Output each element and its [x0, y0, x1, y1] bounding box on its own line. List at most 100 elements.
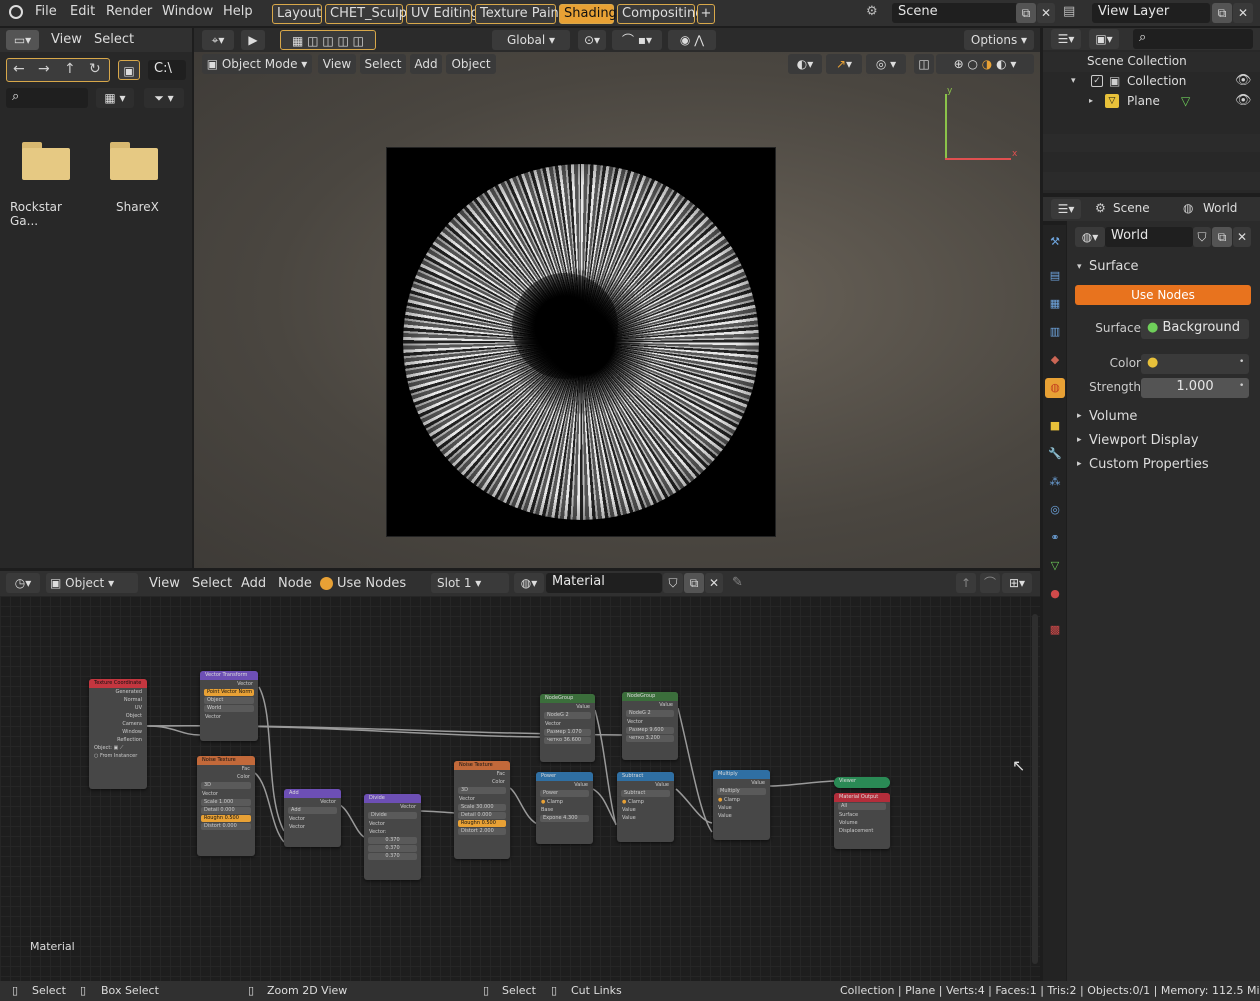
noise-texture-node[interactable]: Noise Texture Fac Color 3D Vector Scale …: [454, 761, 510, 859]
material-tab-icon[interactable]: ●: [1045, 584, 1065, 604]
node-menu-node[interactable]: Node: [278, 576, 312, 591]
node-menu-select[interactable]: Select: [192, 576, 232, 591]
tab-shading[interactable]: Shading: [559, 4, 617, 24]
mesh-data-icon[interactable]: ▽: [1181, 94, 1190, 108]
node-menu-view[interactable]: View: [149, 576, 180, 591]
back-arrow-icon[interactable]: ←: [13, 61, 25, 77]
clamp-checkbox[interactable]: ● Clamp: [617, 798, 674, 806]
collapse-icon[interactable]: ▸: [1077, 459, 1082, 469]
viewer-node[interactable]: Viewer: [834, 777, 890, 788]
new-folder-icon[interactable]: ▣: [118, 60, 140, 80]
folder-icon[interactable]: [22, 142, 70, 180]
to-dropdown[interactable]: World: [204, 705, 254, 712]
path-field[interactable]: C:\: [148, 60, 186, 80]
vector-z-field[interactable]: 0.370: [368, 853, 417, 860]
tab-chet-sculpt[interactable]: CHET_Sculpt: [325, 4, 412, 24]
node-canvas[interactable]: Texture Coordinate Generated Normal UV O…: [0, 596, 1040, 981]
pivot-icon[interactable]: ⊙▾: [578, 30, 606, 50]
scene-collection-label[interactable]: Scene Collection: [1087, 54, 1187, 68]
tab-texture-paint[interactable]: Texture Paint: [475, 4, 564, 24]
y-axis-icon[interactable]: [945, 94, 947, 160]
expand-icon[interactable]: ▸: [1089, 96, 1093, 105]
roughness-field[interactable]: Roughn 0.500: [458, 820, 506, 827]
shading-modes[interactable]: ⊕ ○ ◑ ◐ ▾: [936, 54, 1034, 74]
view-layer-tab-icon[interactable]: ▥: [1045, 322, 1065, 342]
close-scene-icon[interactable]: ✕: [1037, 3, 1055, 23]
editor-type-icon[interactable]: ◷▾: [6, 573, 40, 593]
duplicate-scene-icon[interactable]: ⧉: [1016, 3, 1036, 23]
file-menu-select[interactable]: Select: [94, 32, 134, 47]
fake-user-icon[interactable]: ⛉: [663, 573, 683, 593]
display-mode-icon[interactable]: ▦ ▾: [96, 88, 134, 108]
viewport-menu-view[interactable]: View: [318, 54, 356, 74]
snap-icon[interactable]: ⌒ ▪▾: [612, 30, 662, 50]
surface-shader-field[interactable]: ● Background: [1141, 319, 1249, 339]
data-tab-icon[interactable]: ▽: [1045, 556, 1065, 576]
scale-field[interactable]: Scale 30.000: [458, 804, 506, 811]
viewport-menu-add[interactable]: Add: [410, 54, 442, 74]
tab-layout[interactable]: Layout: [272, 4, 322, 24]
noise-texture-node[interactable]: Noise Texture Fac Color 3D Vector Scale …: [197, 756, 255, 856]
folder-label[interactable]: ShareX: [116, 200, 159, 214]
expand-icon[interactable]: ▾: [1071, 76, 1076, 86]
detail-field[interactable]: Detail 0.000: [201, 807, 251, 814]
blender-logo-icon[interactable]: [9, 5, 23, 19]
modifier-tab-icon[interactable]: 🔧: [1045, 444, 1065, 464]
keyframe-icon[interactable]: •: [1239, 381, 1244, 391]
sharpness-field[interactable]: четко 3.200: [626, 735, 674, 742]
keyframe-icon[interactable]: •: [1239, 357, 1244, 367]
sharpness-field[interactable]: четко 36.600: [544, 737, 591, 744]
menu-file[interactable]: File: [35, 4, 57, 19]
snap-target-icon[interactable]: ⊞▾: [1002, 573, 1032, 593]
filter-icon[interactable]: ⏷ ▾: [144, 88, 184, 108]
parent-dir-icon[interactable]: ↑: [64, 61, 76, 77]
world-browse-icon[interactable]: ◍▾: [1075, 227, 1105, 247]
visibility-icon[interactable]: ◐▾: [788, 54, 822, 74]
scene-tab-icon[interactable]: ◆: [1045, 350, 1065, 370]
clamp-checkbox[interactable]: ● Clamp: [713, 796, 770, 804]
tab-compositing[interactable]: Compositing: [617, 4, 704, 24]
duplicate-material-icon[interactable]: ⧉: [684, 573, 704, 593]
viewport-display-section-header[interactable]: Viewport Display: [1089, 433, 1199, 448]
distortion-field[interactable]: Distort 0.000: [201, 823, 251, 830]
group-datablock[interactable]: NodeG 2: [626, 710, 674, 717]
world-tab-icon[interactable]: ◍: [1045, 378, 1065, 398]
color-swatch[interactable]: ●: [1141, 354, 1249, 374]
vector-add-node[interactable]: Add Vector Add Vector Vector: [284, 789, 341, 847]
roughness-field[interactable]: Roughn 0.500: [201, 815, 251, 822]
orientation-dropdown[interactable]: Global ▾: [492, 30, 570, 50]
render-tab-icon[interactable]: ▤: [1045, 266, 1065, 286]
material-browse-icon[interactable]: ◍▾: [514, 573, 544, 593]
3d-viewport[interactable]: ⌖▾ ▶ ▦ ◫ ◫ ◫ ◫ Global ▾ ⊙▾ ⌒ ▪▾ ◉ ⋀ Opti…: [194, 28, 1040, 568]
use-nodes-button[interactable]: Use Nodes: [1075, 285, 1251, 305]
volume-section-header[interactable]: Volume: [1089, 409, 1137, 424]
overlay-icon[interactable]: ◎ ▾: [866, 54, 906, 74]
view-layer-name-field[interactable]: View Layer: [1092, 3, 1210, 23]
dimension-dropdown[interactable]: 3D: [201, 782, 251, 789]
vertical-scrollbar[interactable]: [1032, 614, 1038, 964]
custom-properties-section-header[interactable]: Custom Properties: [1089, 457, 1209, 472]
unlink-material-icon[interactable]: ✕: [705, 573, 723, 593]
add-workspace-button[interactable]: +: [697, 4, 715, 24]
clamp-checkbox[interactable]: ● Clamp: [536, 798, 593, 806]
exponent-field[interactable]: Expone 4.300: [540, 815, 589, 822]
eye-icon[interactable]: 👁: [1235, 93, 1252, 108]
slot-dropdown[interactable]: Slot 1 ▾: [431, 573, 509, 593]
proportional-edit-icon[interactable]: ◉ ⋀: [668, 30, 716, 50]
texture-coordinate-node[interactable]: Texture Coordinate Generated Normal UV O…: [89, 679, 147, 789]
folder-label[interactable]: Rockstar Ga...: [10, 200, 84, 228]
object-tab-icon[interactable]: ■: [1045, 416, 1065, 436]
vector-transform-node[interactable]: Vector Transform Vector Point Vector Nor…: [200, 671, 258, 741]
operation-dropdown[interactable]: Add: [288, 807, 337, 814]
editor-type-icon[interactable]: ☰▾: [1051, 29, 1081, 49]
file-menu-view[interactable]: View: [51, 32, 82, 47]
operation-dropdown[interactable]: Subtract: [621, 790, 670, 797]
checkbox-icon[interactable]: ✓: [1091, 75, 1103, 87]
refresh-icon[interactable]: ↻: [89, 61, 101, 77]
world-name-field[interactable]: World: [1105, 227, 1193, 247]
duplicate-world-icon[interactable]: ⧉: [1212, 227, 1232, 247]
menu-window[interactable]: Window: [162, 4, 213, 19]
scene-icon[interactable]: ⚙: [866, 4, 888, 22]
file-search-input[interactable]: ⌕: [6, 88, 88, 108]
collapse-icon[interactable]: ▸: [1077, 411, 1082, 421]
